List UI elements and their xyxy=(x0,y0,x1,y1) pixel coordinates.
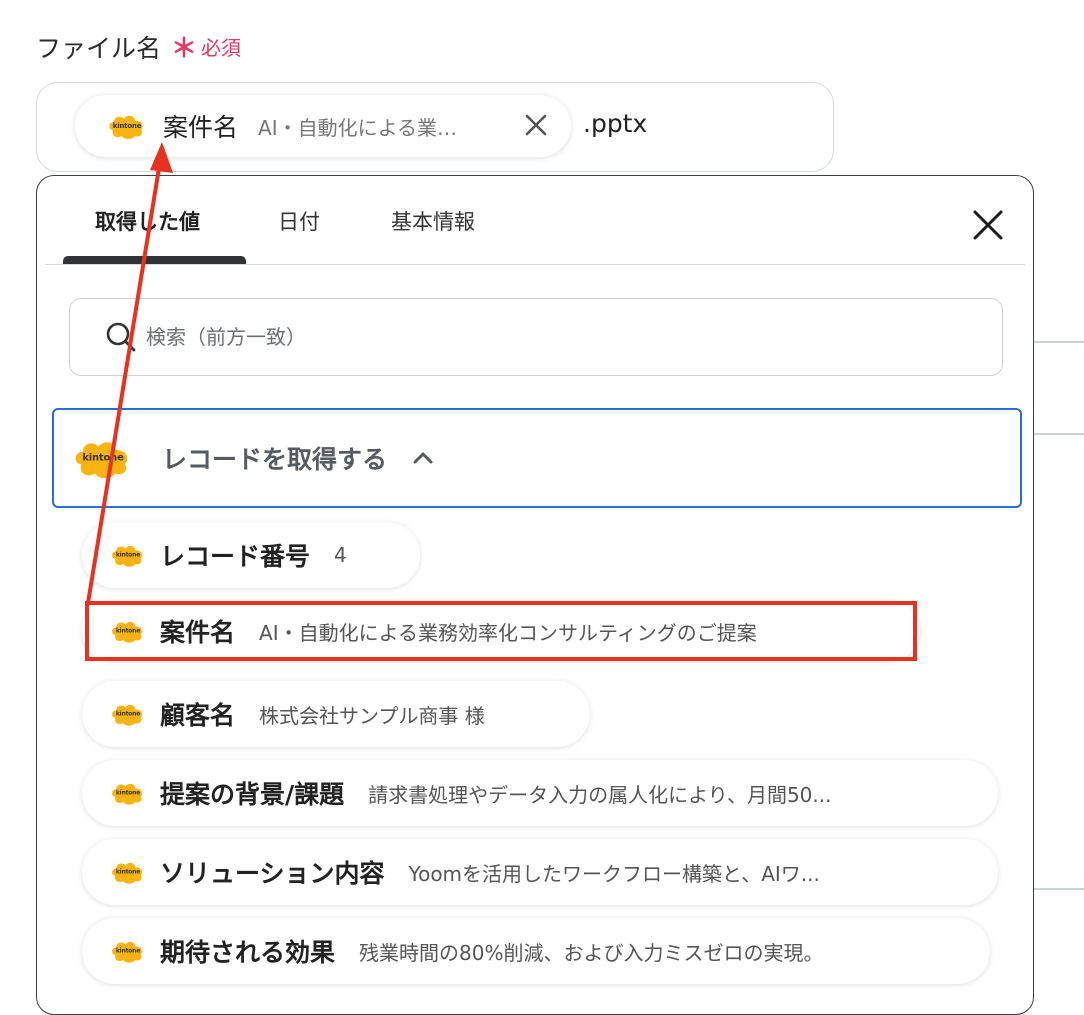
item-name: 顧客名 xyxy=(160,701,236,730)
item-value: 株式会社サンプル商事 様 xyxy=(259,703,485,728)
chevron-up-icon[interactable] xyxy=(409,444,437,472)
token-name: 案件名 xyxy=(163,113,239,142)
search-box xyxy=(69,298,1003,376)
item-value: Yoomを活用したワークフロー構築と、AIワ... xyxy=(408,861,820,886)
tab-date[interactable]: 日付 xyxy=(278,206,320,236)
kintone-logo-icon: kintone xyxy=(110,618,146,644)
background-divider xyxy=(1034,888,1084,890)
kintone-logo-icon: kintone xyxy=(110,780,146,806)
item-name: 提案の背景/課題 xyxy=(160,780,345,809)
group-title: レコードを取得する xyxy=(162,445,388,474)
kintone-logo-icon: kintone xyxy=(107,112,147,140)
field-label-text: ファイル名 xyxy=(36,33,162,63)
tab-bar: 取得した値 日付 基本情報 xyxy=(45,176,1025,265)
required-mark: ＊ xyxy=(171,34,198,64)
item-name: ソリューション内容 xyxy=(160,859,385,888)
list-item-case-name[interactable]: kintone 案件名 AI・自動化による業務効率化コンサルティングのご提案 xyxy=(82,601,920,661)
kintone-logo-icon: kintone xyxy=(110,938,146,964)
filename-input[interactable]: kintone 案件名 AI・自動化による業… .pptx xyxy=(36,82,834,172)
item-name: レコード番号 xyxy=(160,542,311,571)
required-text: 必須 xyxy=(201,36,242,60)
list-item-solution-content[interactable]: kintone ソリューション内容 Yoomを活用したワークフロー構築と、AIワ… xyxy=(82,839,998,905)
active-tab-indicator xyxy=(63,256,246,264)
tab-basic-info[interactable]: 基本情報 xyxy=(391,206,475,236)
kintone-logo-icon: kintone xyxy=(72,436,134,480)
kintone-logo-icon: kintone xyxy=(110,701,146,727)
search-icon xyxy=(104,320,138,354)
item-value: AI・自動化による業務効率化コンサルティングのご提案 xyxy=(259,620,757,645)
item-value: 請求書処理やデータ入力の属人化により、月間50... xyxy=(368,782,832,807)
field-label: ファイル名 ＊ 必須 xyxy=(36,28,241,65)
token-value: AI・自動化による業… xyxy=(258,115,457,140)
list-item-expected-effect[interactable]: kintone 期待される効果 残業時間の80%削減、および入力ミスゼロの実現。 xyxy=(82,918,990,984)
background-divider xyxy=(1034,433,1084,435)
search-input[interactable] xyxy=(144,324,968,350)
file-extension: .pptx xyxy=(583,109,648,138)
item-value: 4 xyxy=(334,543,347,567)
group-header-get-record[interactable]: kintone レコードを取得する xyxy=(52,408,1022,508)
kintone-logo-icon: kintone xyxy=(110,859,146,885)
item-name: 案件名 xyxy=(160,618,236,647)
list-item-record-number[interactable]: kintone レコード番号 4 xyxy=(82,522,420,588)
variable-token[interactable]: kintone 案件名 AI・自動化による業… xyxy=(75,95,571,157)
token-remove-icon[interactable] xyxy=(519,108,553,142)
background-divider xyxy=(1034,341,1084,343)
tab-retrieved-values[interactable]: 取得した値 xyxy=(95,206,200,236)
item-value: 残業時間の80%削減、および入力ミスゼロの実現。 xyxy=(359,940,824,965)
list-item-proposal-background[interactable]: kintone 提案の背景/課題 請求書処理やデータ入力の属人化により、月間50… xyxy=(82,760,998,826)
item-name: 期待される効果 xyxy=(160,938,336,967)
kintone-logo-icon: kintone xyxy=(110,542,146,568)
close-icon[interactable] xyxy=(969,206,1007,244)
list-item-customer-name[interactable]: kintone 顧客名 株式会社サンプル商事 様 xyxy=(82,681,590,747)
